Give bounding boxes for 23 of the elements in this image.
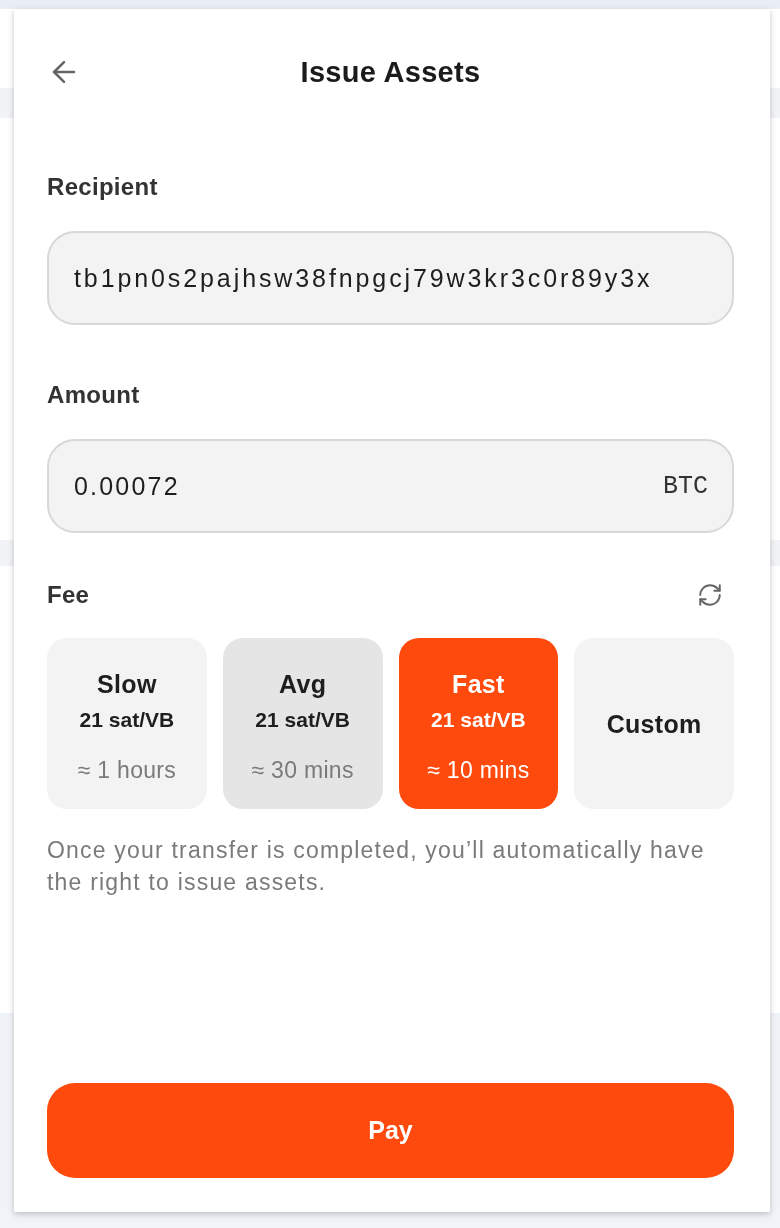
currency-unit: BTC (663, 471, 708, 501)
fee-speed-label: Fast (452, 669, 505, 700)
fee-option[interactable]: Avg 21 sat/VB ≈ 30 mins (222, 638, 383, 809)
fee-rate: 21 sat/VB (79, 707, 175, 733)
fee-time-estimate: ≈ 30 mins (251, 756, 354, 785)
field-label: Fee (47, 580, 90, 610)
fee-rate: 21 sat/VB (255, 707, 350, 733)
field-label: Amount (47, 380, 140, 410)
fee-speed-label: Avg (279, 669, 327, 700)
field-label: Recipient (47, 172, 158, 202)
fee-time-estimate: ≈ 10 mins (427, 756, 530, 785)
amount-field[interactable]: 0.00072 BTC (47, 439, 734, 533)
info-text: Once your transfer is completed, you’ll automatically have the right to issue assets. (47, 836, 706, 897)
fee-option[interactable]: Slow 21 sat/VB ≈ 1 hours (47, 638, 207, 809)
fee-rate: 21 sat/VB (431, 707, 526, 733)
refresh-icon[interactable] (697, 582, 723, 608)
fee-time-estimate: ≈ 1 hours (77, 756, 177, 785)
fee-speed-label: Slow (97, 669, 157, 700)
amount-value: 0.00072 (74, 471, 180, 501)
recipient-field[interactable]: tb1pn0s2pajhsw38fnpgcj79w3kr3c0r89y3x (47, 231, 734, 325)
fee-option[interactable]: Custom (574, 638, 734, 809)
fee-speed-label: Custom (606, 708, 702, 740)
page-title: Issue Assets (300, 55, 481, 89)
